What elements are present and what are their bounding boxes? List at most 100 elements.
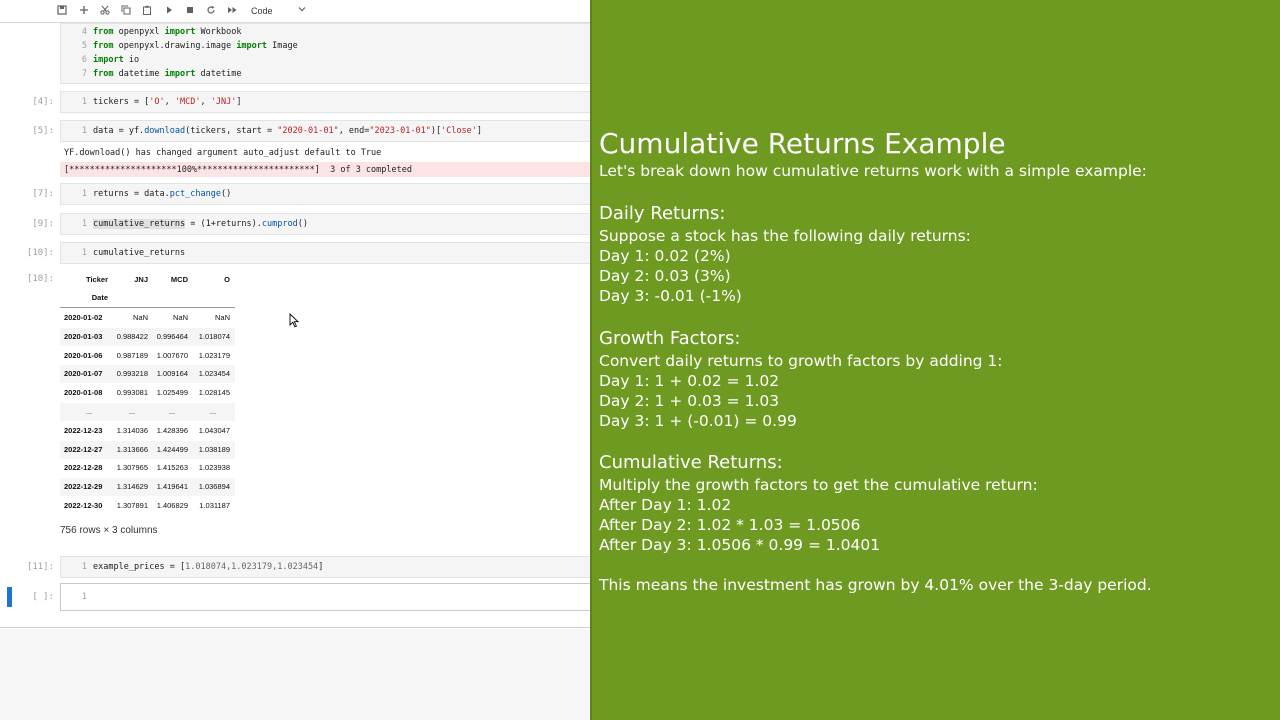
table-cell: 0.987189 <box>116 350 148 360</box>
table-cell: 1.314629 <box>116 482 148 492</box>
line-number: 1 <box>81 219 87 229</box>
cell-type-select[interactable]: Code <box>251 4 287 19</box>
line-number: 1 <box>81 592 87 602</box>
section-line: After Day 3: 1.0506 * 0.99 = 1.0401 <box>599 536 881 554</box>
fast-forward-icon[interactable] <box>225 4 239 19</box>
cell-input[interactable]: 1 <box>60 583 590 611</box>
table-cell: 0.988422 <box>116 331 148 341</box>
cell-prompt: [11]: <box>26 562 54 572</box>
cell-prompt: [ ]: <box>32 592 54 602</box>
table-cell: ... <box>128 407 136 416</box>
code-line: example_prices = [1.018074,1.023179,1.02… <box>93 562 324 572</box>
table-cell: 1.031187 <box>199 501 230 510</box>
code-line: data = yf.download(tickers, start = "202… <box>93 126 483 136</box>
section-line: Convert daily returns to growth factors … <box>599 352 1003 370</box>
table-row: ............ <box>60 403 235 421</box>
table-cell: 1.009164 <box>156 369 188 379</box>
table-cell: 1.419641 <box>156 482 188 492</box>
table-row: 2022-12-28 1.307965 1.415263 1.023938 <box>60 459 235 477</box>
line-number: 1 <box>81 562 87 572</box>
notebook-toolbar: Code <box>0 0 590 23</box>
cell-prompt: [7]: <box>32 189 54 199</box>
table-index-cell: 2022-12-23 <box>64 425 103 435</box>
line-number: 5 <box>81 41 87 51</box>
paste-icon[interactable] <box>140 4 154 19</box>
output-text: YF.download() has changed argument auto_… <box>64 148 382 158</box>
table-cell: NaN <box>214 313 230 322</box>
table-cell: 0.993218 <box>116 369 148 379</box>
table-index-cell: ... <box>85 407 93 416</box>
slide-title: Cumulative Returns Example <box>599 127 1006 160</box>
stop-icon[interactable] <box>183 4 197 19</box>
table-row: 2020-01-08 0.993081 1.025499 1.028145 <box>60 384 235 402</box>
code-line: from datetime import datetime <box>93 69 242 79</box>
section-heading: Cumulative Returns: <box>599 452 783 473</box>
table-cell: 1.406829 <box>156 501 188 510</box>
table-row: 2020-01-02 NaN NaN NaN <box>60 309 235 327</box>
save-icon[interactable] <box>55 4 69 19</box>
cell-prompt: [4]: <box>32 97 54 107</box>
table-cell: 1.018074 <box>198 331 230 341</box>
add-icon[interactable] <box>77 4 91 19</box>
table-cell: ... <box>168 407 176 416</box>
table-cell: 1.023938 <box>198 463 230 473</box>
table-cell: 0.996464 <box>156 331 188 341</box>
notebook-panel: Code 4 5 6 7 from openpyxl import Workbo… <box>0 0 590 720</box>
run-icon[interactable] <box>162 4 176 19</box>
table-index-cell: 2020-01-06 <box>64 350 103 360</box>
line-number: 4 <box>81 27 87 37</box>
table-index-cell: 2020-01-08 <box>64 388 103 398</box>
restart-icon[interactable] <box>204 4 218 19</box>
chevron-down-icon[interactable] <box>296 4 308 19</box>
code-cell-download[interactable]: 1 data = yf.download(tickers, start = "2… <box>60 120 590 142</box>
table-cell: 1.007670 <box>156 350 188 360</box>
section-line: Day 1: 1 + 0.02 = 1.02 <box>599 372 780 390</box>
table-index-cell: 2022-12-29 <box>64 482 103 492</box>
table-cell: 1.428396 <box>156 425 188 435</box>
table-index-cell: 2022-12-27 <box>64 444 103 454</box>
line-number: 1 <box>81 189 87 199</box>
output-prompt: [10]: <box>26 274 54 284</box>
table-cell: 1.036894 <box>198 482 230 492</box>
table-index-cell: 2022-12-30 <box>64 501 103 510</box>
section-line: Day 2: 0.03 (3%) <box>599 267 731 285</box>
table-cell: 1.314036 <box>116 425 148 435</box>
code-cell-tickers[interactable]: 1 tickers = ['O', 'MCD', 'JNJ'] <box>60 91 590 113</box>
code-cell-display[interactable]: 1 cumulative_returns <box>60 242 590 264</box>
table-row: 2020-01-06 0.987189 1.007670 1.023179 <box>60 347 235 365</box>
dataframe-shape: 756 rows × 3 columns <box>60 525 158 536</box>
cell-prompt: [9]: <box>32 219 54 229</box>
section-heading: Growth Factors: <box>599 328 741 349</box>
table-cell: NaN <box>132 313 148 322</box>
line-number: 1 <box>81 126 87 136</box>
table-cell: 1.415263 <box>156 463 188 473</box>
table-index-cell: 2020-01-03 <box>64 331 103 341</box>
copy-icon[interactable] <box>119 4 133 19</box>
notebook-cells: 4 5 6 7 from openpyxl import Workbook fr… <box>0 23 590 628</box>
section-heading: Daily Returns: <box>599 203 726 224</box>
section-line: After Day 2: 1.02 * 1.03 = 1.0506 <box>599 516 861 534</box>
section-line: Day 2: 1 + 0.03 = 1.03 <box>599 392 780 410</box>
table-cell: 1.307965 <box>116 463 148 473</box>
table-row: 2022-12-29 1.314629 1.419641 1.036894 <box>60 478 235 497</box>
section-line: Day 3: 1 + (-0.01) = 0.99 <box>599 412 797 430</box>
table-cell: 1.028145 <box>198 388 230 398</box>
code-cell-example-prices[interactable]: 1 example_prices = [1.018074,1.023179,1.… <box>60 556 590 578</box>
slide-panel: Cumulative Returns Example Let's break d… <box>590 0 1280 720</box>
code-cell-cumprod[interactable]: 1 cumulative_returns = (1+returns).cumpr… <box>60 213 590 235</box>
line-number: 7 <box>81 69 87 79</box>
mouse-cursor-icon <box>289 313 299 328</box>
code-cell-imports[interactable]: 4 5 6 7 from openpyxl import Workbook fr… <box>60 23 590 84</box>
table-row: 2022-12-23 1.314036 1.428396 1.043047 <box>60 422 235 440</box>
table-cell: ... <box>209 407 217 416</box>
code-cell-returns[interactable]: 1 returns = data.pct_change() <box>60 183 590 205</box>
table-cell: 1.023179 <box>198 350 230 360</box>
cut-icon[interactable] <box>98 4 112 19</box>
active-cell[interactable]: [ ]: 1 <box>0 583 590 611</box>
table-cell: 1.023454 <box>198 369 230 379</box>
table-cell: NaN <box>172 313 188 322</box>
table-index-cell: 2020-01-07 <box>64 369 103 379</box>
line-number: 6 <box>81 55 87 65</box>
table-header: Ticker JNJ MCD O <box>86 275 230 284</box>
table-cell: 1.043047 <box>198 425 230 435</box>
